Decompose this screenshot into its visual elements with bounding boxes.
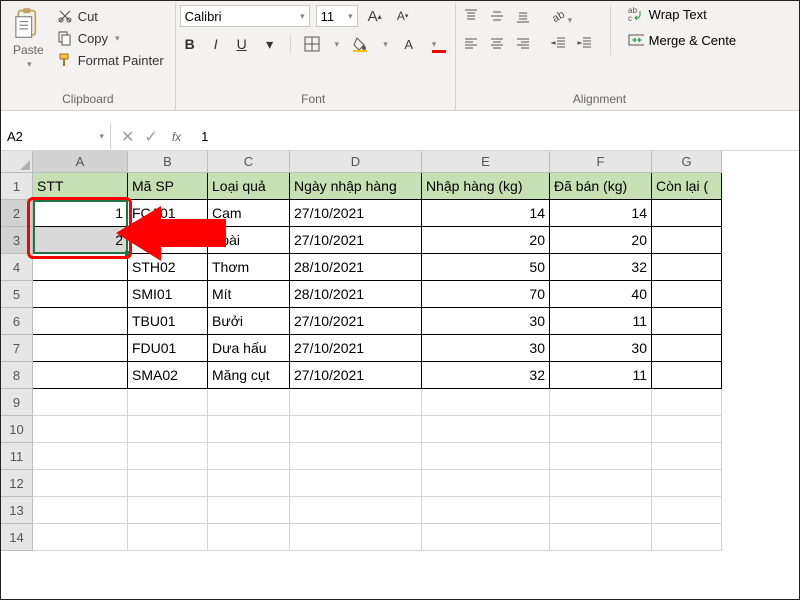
paste-label: Paste [13, 43, 44, 57]
align-top-button[interactable] [460, 5, 482, 27]
chevron-down-icon: ▾ [27, 59, 32, 70]
col-header-F[interactable]: F [550, 151, 652, 173]
table-row: 12 [1, 470, 799, 497]
alignment-label: Alignment [460, 90, 739, 110]
font-label: Font [180, 90, 447, 110]
bold-button[interactable]: B [180, 36, 200, 53]
chevron-down-icon: ▾ [115, 33, 120, 44]
table-row: 13 [1, 497, 799, 524]
fx-icon[interactable]: fx [168, 130, 185, 144]
table-row: 14 [1, 524, 799, 551]
col-header-A[interactable]: A [33, 151, 128, 173]
decrease-font-button[interactable]: A▾ [392, 5, 414, 27]
svg-text:ab: ab [550, 9, 567, 24]
copy-button[interactable]: Copy ▾ [54, 29, 167, 47]
wrap-text-button[interactable]: abc Wrap Text [625, 5, 739, 23]
col-header-E[interactable]: E [422, 151, 550, 173]
cancel-formula-icon[interactable]: ✕ [121, 127, 134, 147]
row-header[interactable]: 1 [1, 173, 33, 200]
decrease-indent-button[interactable] [548, 32, 570, 54]
alignment-group: ab▾ abc Wrap Text Merge & Cente Alignmen… [456, 3, 747, 110]
orientation-button[interactable]: ab [548, 5, 570, 27]
clipboard-label: Clipboard [9, 90, 167, 110]
table-row: 8 SMA02 Măng cụt 27/10/2021 32 11 [1, 362, 799, 389]
enter-formula-icon[interactable]: ✓ [144, 127, 157, 147]
align-bottom-button[interactable] [512, 5, 534, 27]
table-row: 2 1 FCA01 Cam 27/10/2021 14 14 [1, 200, 799, 227]
font-name-select[interactable]: Calibri▾ [180, 5, 310, 27]
svg-text:c: c [628, 14, 632, 22]
row-header[interactable]: 7 [1, 335, 33, 362]
clipboard-group: Paste ▾ Cut Copy ▾ Format Painter C [5, 3, 176, 110]
borders-button[interactable] [301, 33, 323, 55]
underline-button[interactable]: U [232, 36, 252, 53]
cut-button[interactable]: Cut [54, 7, 167, 25]
font-size-select[interactable]: 11▾ [316, 5, 358, 27]
name-box[interactable]: A2▾ [1, 123, 111, 150]
col-header-B[interactable]: B [128, 151, 208, 173]
format-painter-button[interactable]: Format Painter [54, 51, 167, 69]
table-row: 3 2 TXC Xoài 27/10/2021 20 20 [1, 227, 799, 254]
formula-value[interactable]: 1 [185, 129, 208, 144]
table-row: 5 SMI01 Mít 28/10/2021 70 40 [1, 281, 799, 308]
fill-color-button[interactable] [349, 33, 371, 55]
table-row: 1 STT Mã SP Loại quả Ngày nhập hàng Nhập… [1, 173, 799, 200]
row-header[interactable]: 4 [1, 254, 33, 281]
table-row: 4 STH02 Thơm 28/10/2021 50 32 [1, 254, 799, 281]
col-header-G[interactable]: G [652, 151, 722, 173]
merge-center-button[interactable]: Merge & Cente [625, 31, 739, 49]
select-all-corner[interactable] [1, 151, 33, 173]
row-header[interactable]: 6 [1, 308, 33, 335]
align-left-button[interactable] [460, 33, 482, 55]
italic-button[interactable]: I [206, 36, 226, 53]
col-header-D[interactable]: D [290, 151, 422, 173]
table-row: 10 [1, 416, 799, 443]
table-row: 7 FDU01 Dưa hấu 27/10/2021 30 30 [1, 335, 799, 362]
paste-button[interactable]: Paste ▾ [9, 5, 48, 70]
formula-bar: A2▾ ✕ ✓ fx 1 [1, 123, 799, 151]
table-row: 11 [1, 443, 799, 470]
row-header[interactable]: 3 [1, 227, 33, 254]
increase-indent-button[interactable] [574, 32, 596, 54]
ribbon: Paste ▾ Cut Copy ▾ Format Painter C [1, 1, 799, 111]
col-header-C[interactable]: C [208, 151, 290, 173]
row-header[interactable]: 5 [1, 281, 33, 308]
table-row: 6 TBU01 Bưởi 27/10/2021 30 11 [1, 308, 799, 335]
row-header[interactable]: 2 [1, 200, 33, 227]
align-middle-button[interactable] [486, 5, 508, 27]
row-header[interactable]: 8 [1, 362, 33, 389]
font-color-button[interactable]: A [398, 33, 420, 55]
increase-font-button[interactable]: A▴ [364, 5, 386, 27]
align-right-button[interactable] [512, 33, 534, 55]
font-group: Calibri▾ 11▾ A▴ A▾ B I U▾ ▾ ▾ A▾ Font [176, 3, 456, 110]
spreadsheet-grid[interactable]: A B C D E F G 1 STT Mã SP Loại quả Ngày … [1, 151, 799, 551]
align-center-button[interactable] [486, 33, 508, 55]
table-row: 9 [1, 389, 799, 416]
